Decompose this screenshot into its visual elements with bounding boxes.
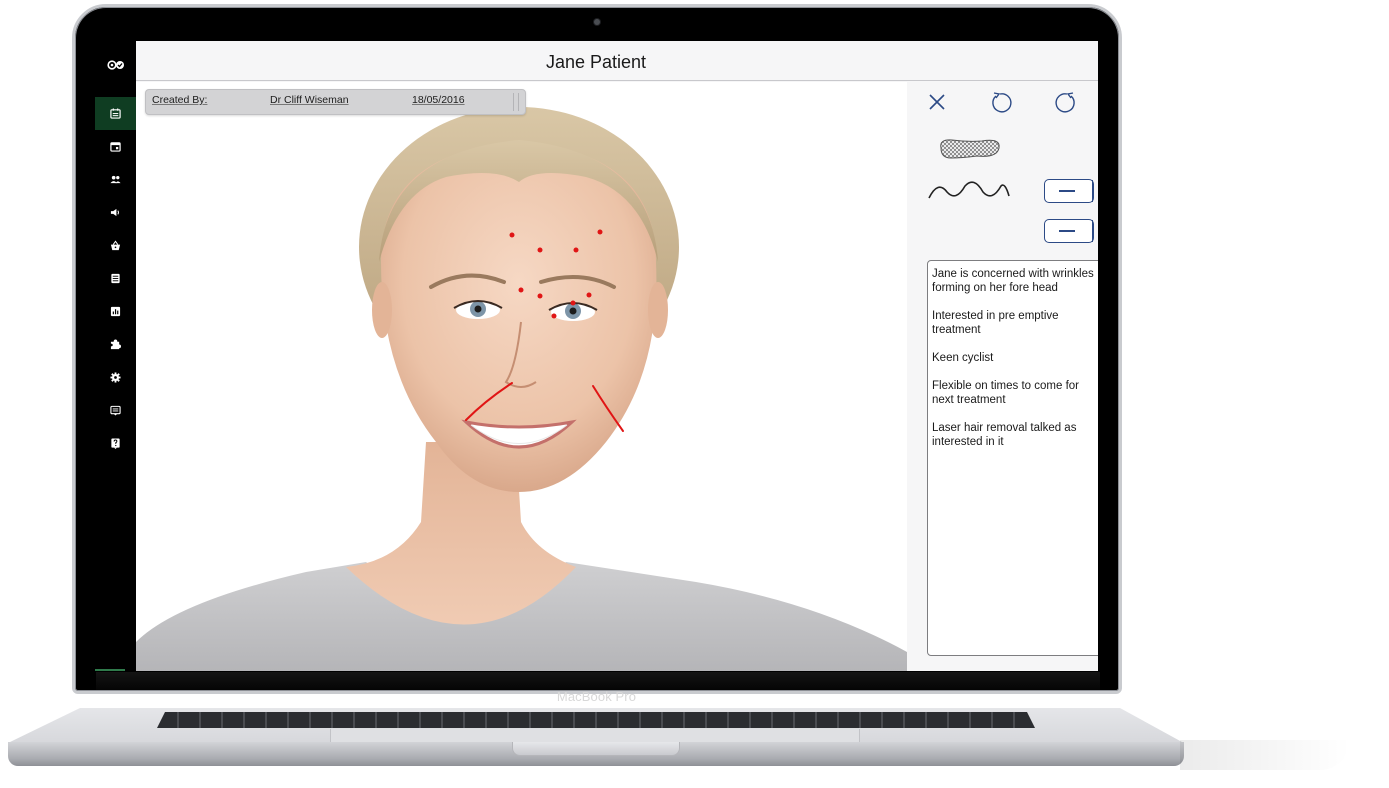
created-date: 18/05/2016 (412, 94, 465, 106)
minus-icon (1059, 190, 1075, 192)
sidebar-item-patients[interactable] (95, 163, 136, 196)
sidebar-nav (95, 97, 136, 460)
injection-point-mark[interactable] (537, 293, 543, 299)
sidebar-item-records[interactable] (95, 262, 136, 295)
close-button[interactable] (927, 92, 947, 112)
sidebar-item-help[interactable] (95, 427, 136, 460)
created-by-label: Created By: (152, 94, 208, 106)
laptop-shadow (1180, 740, 1350, 770)
app-logo[interactable] (95, 55, 136, 75)
injection-point-mark[interactable] (537, 247, 543, 253)
note-paragraph: Interested in pre emptive treatment (932, 310, 1059, 336)
annotation-canvas[interactable]: Created By: Dr Cliff Wiseman 18/05/2016 (136, 82, 907, 671)
device-brand-label: MacBook Pro (556, 689, 637, 704)
eye-check-logo-icon (106, 60, 124, 70)
injection-point-mark[interactable] (573, 247, 579, 253)
sidebar-item-shop[interactable] (95, 229, 136, 262)
sidebar-item-settings[interactable] (95, 361, 136, 394)
message-icon (110, 405, 121, 416)
laptop-mockup: Jane Patient Created By: Dr Cliff Wisema… (0, 0, 1389, 788)
gear-icon (110, 372, 121, 383)
sidebar-item-marketing[interactable] (95, 196, 136, 229)
close-icon (929, 94, 945, 110)
sidebar-item-consultations[interactable] (95, 97, 136, 130)
sidebar (95, 41, 136, 671)
sidebar-item-reports[interactable] (95, 295, 136, 328)
drag-handle[interactable] (513, 93, 519, 111)
dot-size-decrease-button[interactable] (1044, 219, 1094, 243)
injection-point-mark[interactable] (551, 313, 557, 319)
help-icon (111, 438, 120, 449)
sidebar-accent-bar (95, 669, 125, 671)
megaphone-icon (110, 208, 119, 217)
injection-point-mark[interactable] (597, 229, 603, 235)
wavy-line-icon (928, 181, 1010, 199)
calendar-note-icon (110, 108, 121, 119)
injection-point-mark[interactable] (518, 287, 524, 293)
puzzle-icon (110, 339, 121, 350)
undo-button[interactable] (990, 90, 1014, 114)
app-header: Jane Patient (136, 41, 1098, 81)
author-name: Dr Cliff Wiseman (270, 94, 349, 106)
webcam (594, 19, 600, 25)
created-by-bar[interactable]: Created By: Dr Cliff Wiseman 18/05/2016 (145, 89, 526, 115)
note-paragraph: Flexible on times to come for next treat… (932, 380, 1080, 406)
note-paragraph: Laser hair removal talked as interested … (932, 422, 1077, 448)
injection-point-mark[interactable] (509, 232, 515, 238)
calendar-icon (110, 142, 121, 152)
bar-chart-icon (110, 306, 121, 317)
sidebar-item-messages[interactable] (95, 394, 136, 427)
note-paragraph: Jane is concerned with wrinkles forming … (932, 268, 1094, 294)
hatched-area-icon (940, 139, 1000, 159)
hatched-area-tool[interactable] (937, 136, 1003, 162)
redo-button[interactable] (1053, 90, 1077, 114)
tool-panel: Jane is concerned with wrinkles forming … (907, 82, 1098, 671)
trackpad (330, 729, 860, 743)
injection-point-mark[interactable] (586, 292, 592, 298)
note-paragraph: Keen cyclist (932, 352, 994, 364)
wavy-line-tool[interactable] (927, 178, 1011, 202)
sidebar-item-extensions[interactable] (95, 328, 136, 361)
lid-notch (512, 742, 680, 756)
basket-icon (110, 240, 121, 251)
app-screen: Jane Patient Created By: Dr Cliff Wisema… (95, 41, 1098, 671)
injection-point-mark[interactable] (570, 300, 576, 306)
undo-icon (992, 92, 1012, 113)
screen-bezel-bottom (96, 672, 1100, 690)
minus-icon (1059, 230, 1075, 232)
people-icon (110, 175, 121, 184)
line-width-decrease-button[interactable] (1044, 179, 1094, 203)
sidebar-item-calendar[interactable] (95, 130, 136, 163)
page-title: Jane Patient (545, 52, 647, 72)
patient-photo (136, 107, 907, 671)
document-list-icon (111, 273, 120, 284)
notes-textarea[interactable]: Jane is concerned with wrinkles forming … (927, 260, 1098, 656)
redo-icon (1055, 92, 1075, 113)
keyboard (157, 712, 1035, 728)
